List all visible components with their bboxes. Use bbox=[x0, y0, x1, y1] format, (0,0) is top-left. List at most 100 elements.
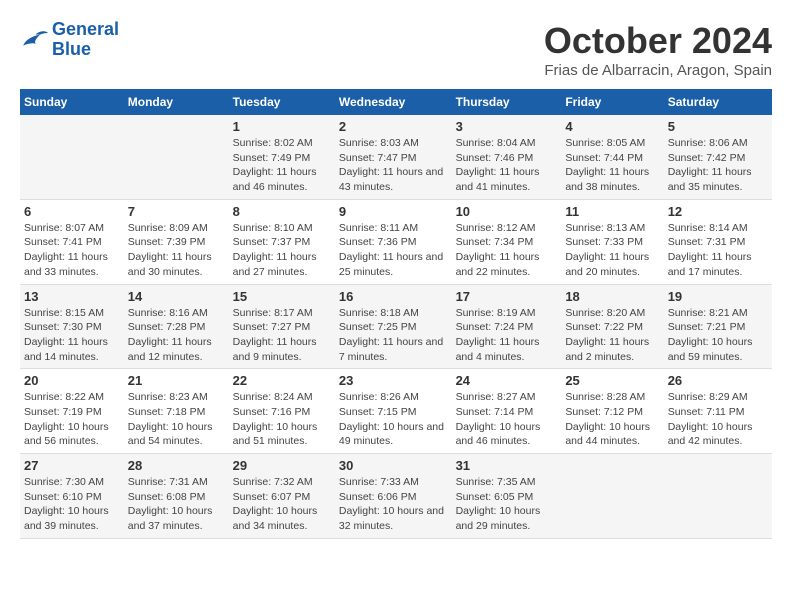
day-number: 8 bbox=[233, 204, 331, 219]
day-number: 2 bbox=[339, 119, 448, 134]
day-info: Sunrise: 8:22 AM Sunset: 7:19 PM Dayligh… bbox=[24, 390, 120, 449]
day-cell: 16Sunrise: 8:18 AM Sunset: 7:25 PM Dayli… bbox=[335, 284, 452, 369]
page-header: General Blue October 2024 Frias de Albar… bbox=[20, 20, 772, 79]
day-cell: 28 Sunrise: 7:31 AM Sunset: 6:08 PM Dayli… bbox=[124, 454, 229, 539]
day-info: Sunrise: 8:07 AM Sunset: 7:41 PM Dayligh… bbox=[24, 221, 120, 280]
location: Frias de Albarracin, Aragon, Spain bbox=[544, 62, 772, 79]
day-info: Sunrise: 8:12 AM Sunset: 7:34 PM Dayligh… bbox=[456, 221, 558, 280]
day-info: Sunrise: 7:31 AM Sunset: 6:08 PM Dayligh… bbox=[128, 475, 225, 534]
day-number: 17 bbox=[456, 289, 558, 304]
col-header-wednesday: Wednesday bbox=[335, 89, 452, 115]
day-cell: 1 Sunrise: 8:02 AM Sunset: 7:49 PM Daylig… bbox=[229, 115, 335, 199]
col-header-monday: Monday bbox=[124, 89, 229, 115]
day-info: Sunrise: 8:21 AM Sunset: 7:21 PM Dayligh… bbox=[668, 306, 768, 365]
day-info: Sunrise: 8:26 AM Sunset: 7:15 PM Dayligh… bbox=[339, 390, 448, 449]
day-info: Sunrise: 8:09 AM Sunset: 7:39 PM Dayligh… bbox=[128, 221, 225, 280]
logo-text: General Blue bbox=[52, 20, 119, 60]
week-row-2: 6 Sunrise: 8:07 AM Sunset: 7:41 PM Daylig… bbox=[20, 199, 772, 284]
day-cell: 31 Sunrise: 7:35 AM Sunset: 6:05 PM Dayli… bbox=[452, 454, 562, 539]
calendar-table: SundayMondayTuesdayWednesdayThursdayFrid… bbox=[20, 89, 772, 539]
day-number: 13 bbox=[24, 289, 120, 304]
day-info: Sunrise: 8:05 AM Sunset: 7:44 PM Dayligh… bbox=[565, 136, 659, 195]
day-info: Sunrise: 8:17 AM Sunset: 7:27 PM Dayligh… bbox=[233, 306, 331, 365]
day-number: 11 bbox=[565, 204, 659, 219]
day-cell: 19 Sunrise: 8:21 AM Sunset: 7:21 PM Dayli… bbox=[664, 284, 772, 369]
day-cell: 9 Sunrise: 8:11 AM Sunset: 7:36 PM Daylig… bbox=[335, 199, 452, 284]
day-cell bbox=[124, 115, 229, 199]
day-cell: 26 Sunrise: 8:29 AM Sunset: 7:11 PM Dayli… bbox=[664, 369, 772, 454]
day-cell: 12 Sunrise: 8:14 AM Sunset: 7:31 PM Dayli… bbox=[664, 199, 772, 284]
day-number: 30 bbox=[339, 458, 448, 473]
day-number: 15 bbox=[233, 289, 331, 304]
day-number: 24 bbox=[456, 373, 558, 388]
day-cell: 2Sunrise: 8:03 AM Sunset: 7:47 PM Daylig… bbox=[335, 115, 452, 199]
day-cell: 22 Sunrise: 8:24 AM Sunset: 7:16 PM Dayli… bbox=[229, 369, 335, 454]
day-cell: 3 Sunrise: 8:04 AM Sunset: 7:46 PM Daylig… bbox=[452, 115, 562, 199]
day-info: Sunrise: 7:32 AM Sunset: 6:07 PM Dayligh… bbox=[233, 475, 331, 534]
day-info: Sunrise: 8:24 AM Sunset: 7:16 PM Dayligh… bbox=[233, 390, 331, 449]
day-cell: 8 Sunrise: 8:10 AM Sunset: 7:37 PM Daylig… bbox=[229, 199, 335, 284]
title-block: October 2024 Frias de Albarracin, Aragon… bbox=[544, 20, 772, 79]
day-number: 4 bbox=[565, 119, 659, 134]
col-header-friday: Friday bbox=[561, 89, 663, 115]
day-number: 14 bbox=[128, 289, 225, 304]
day-cell: 27Sunrise: 7:30 AM Sunset: 6:10 PM Dayli… bbox=[20, 454, 124, 539]
day-cell: 10 Sunrise: 8:12 AM Sunset: 7:34 PM Dayli… bbox=[452, 199, 562, 284]
day-info: Sunrise: 8:14 AM Sunset: 7:31 PM Dayligh… bbox=[668, 221, 768, 280]
day-cell: 5 Sunrise: 8:06 AM Sunset: 7:42 PM Daylig… bbox=[664, 115, 772, 199]
day-number: 25 bbox=[565, 373, 659, 388]
day-number: 7 bbox=[128, 204, 225, 219]
col-header-saturday: Saturday bbox=[664, 89, 772, 115]
day-cell: 21Sunrise: 8:23 AM Sunset: 7:18 PM Dayli… bbox=[124, 369, 229, 454]
day-number: 3 bbox=[456, 119, 558, 134]
day-info: Sunrise: 8:02 AM Sunset: 7:49 PM Dayligh… bbox=[233, 136, 331, 195]
header-row: SundayMondayTuesdayWednesdayThursdayFrid… bbox=[20, 89, 772, 115]
day-info: Sunrise: 8:15 AM Sunset: 7:30 PM Dayligh… bbox=[24, 306, 120, 365]
day-cell bbox=[561, 454, 663, 539]
day-info: Sunrise: 8:18 AM Sunset: 7:25 PM Dayligh… bbox=[339, 306, 448, 365]
day-number: 31 bbox=[456, 458, 558, 473]
day-number: 12 bbox=[668, 204, 768, 219]
day-info: Sunrise: 8:11 AM Sunset: 7:36 PM Dayligh… bbox=[339, 221, 448, 280]
day-cell: 25 Sunrise: 8:28 AM Sunset: 7:12 PM Dayli… bbox=[561, 369, 663, 454]
day-info: Sunrise: 8:23 AM Sunset: 7:18 PM Dayligh… bbox=[128, 390, 225, 449]
day-info: Sunrise: 8:04 AM Sunset: 7:46 PM Dayligh… bbox=[456, 136, 558, 195]
week-row-5: 27Sunrise: 7:30 AM Sunset: 6:10 PM Dayli… bbox=[20, 454, 772, 539]
day-cell: 24 Sunrise: 8:27 AM Sunset: 7:14 PM Dayli… bbox=[452, 369, 562, 454]
day-info: Sunrise: 8:20 AM Sunset: 7:22 PM Dayligh… bbox=[565, 306, 659, 365]
day-cell bbox=[664, 454, 772, 539]
day-number: 10 bbox=[456, 204, 558, 219]
day-cell: 6 Sunrise: 8:07 AM Sunset: 7:41 PM Daylig… bbox=[20, 199, 124, 284]
day-info: Sunrise: 7:30 AM Sunset: 6:10 PM Dayligh… bbox=[24, 475, 120, 534]
day-number: 29 bbox=[233, 458, 331, 473]
day-info: Sunrise: 8:28 AM Sunset: 7:12 PM Dayligh… bbox=[565, 390, 659, 449]
day-number: 18 bbox=[565, 289, 659, 304]
day-number: 9 bbox=[339, 204, 448, 219]
day-number: 23 bbox=[339, 373, 448, 388]
day-cell: 17 Sunrise: 8:19 AM Sunset: 7:24 PM Dayli… bbox=[452, 284, 562, 369]
logo-bird-icon bbox=[20, 28, 48, 52]
day-info: Sunrise: 8:29 AM Sunset: 7:11 PM Dayligh… bbox=[668, 390, 768, 449]
day-cell: 29 Sunrise: 7:32 AM Sunset: 6:07 PM Dayli… bbox=[229, 454, 335, 539]
day-cell: 11 Sunrise: 8:13 AM Sunset: 7:33 PM Dayli… bbox=[561, 199, 663, 284]
day-info: Sunrise: 7:35 AM Sunset: 6:05 PM Dayligh… bbox=[456, 475, 558, 534]
week-row-1: 1 Sunrise: 8:02 AM Sunset: 7:49 PM Daylig… bbox=[20, 115, 772, 199]
day-number: 19 bbox=[668, 289, 768, 304]
day-info: Sunrise: 8:06 AM Sunset: 7:42 PM Dayligh… bbox=[668, 136, 768, 195]
day-number: 26 bbox=[668, 373, 768, 388]
day-cell: 15 Sunrise: 8:17 AM Sunset: 7:27 PM Dayli… bbox=[229, 284, 335, 369]
day-number: 22 bbox=[233, 373, 331, 388]
day-cell: 7 Sunrise: 8:09 AM Sunset: 7:39 PM Daylig… bbox=[124, 199, 229, 284]
day-number: 1 bbox=[233, 119, 331, 134]
day-number: 28 bbox=[128, 458, 225, 473]
day-info: Sunrise: 8:10 AM Sunset: 7:37 PM Dayligh… bbox=[233, 221, 331, 280]
day-number: 5 bbox=[668, 119, 768, 134]
col-header-tuesday: Tuesday bbox=[229, 89, 335, 115]
day-number: 6 bbox=[24, 204, 120, 219]
day-info: Sunrise: 8:13 AM Sunset: 7:33 PM Dayligh… bbox=[565, 221, 659, 280]
col-header-thursday: Thursday bbox=[452, 89, 562, 115]
day-info: Sunrise: 8:27 AM Sunset: 7:14 PM Dayligh… bbox=[456, 390, 558, 449]
day-info: Sunrise: 8:16 AM Sunset: 7:28 PM Dayligh… bbox=[128, 306, 225, 365]
day-info: Sunrise: 8:19 AM Sunset: 7:24 PM Dayligh… bbox=[456, 306, 558, 365]
logo: General Blue bbox=[20, 20, 119, 60]
